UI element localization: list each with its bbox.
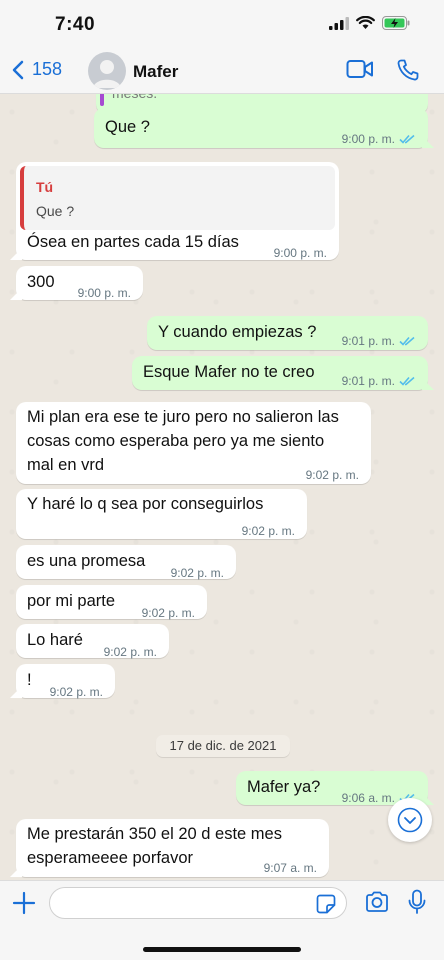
unread-count: 158 (32, 59, 63, 79)
message-bubble-incoming[interactable]: 300 9:00 p. m. (16, 266, 143, 300)
reply-author: Tú (36, 179, 54, 195)
quoted-bar (100, 94, 104, 106)
voice-call-button[interactable] (396, 58, 420, 87)
sticker-button[interactable] (316, 894, 336, 919)
battery-charging-icon (382, 16, 410, 30)
message-text: Y cuando empiezas ? (158, 323, 317, 341)
status-icons (329, 16, 410, 30)
message-time: 9:02 p. m. (141, 606, 195, 620)
attach-button[interactable] (12, 891, 36, 920)
message-text: es una promesa (27, 552, 146, 570)
message-text: Que ? (105, 118, 150, 136)
message-bubble-incoming[interactable]: Lo haré 9:02 p. m. (16, 624, 169, 659)
message-line: Me prestarán 350 el 20 d este mes (27, 825, 282, 843)
plus-icon (12, 891, 36, 915)
camera-button[interactable] (365, 891, 389, 918)
read-receipt-icon (399, 134, 415, 144)
message-text: Ósea en partes cada 15 días (27, 233, 239, 251)
message-time: 9:02 p. m. (305, 468, 359, 482)
default-avatar-icon (93, 60, 121, 88)
message-text: Esque Mafer no te creo (143, 363, 315, 381)
microphone-button[interactable] (407, 889, 427, 920)
video-camera-icon (346, 60, 373, 78)
message-bubble-outgoing[interactable]: Y cuando empiezas ? 9:01 p. m. (147, 316, 428, 350)
message-text: Lo haré (27, 631, 83, 649)
message-bubble-incoming[interactable]: ! 9:02 p. m. (16, 664, 115, 699)
read-receipt-icon (399, 376, 415, 386)
message-time: 9:01 p. m. (342, 330, 416, 353)
message-bubble-incoming[interactable]: es una promesa 9:02 p. m. (16, 545, 236, 580)
chat-area[interactable]: meses. Que ? 9:00 p. m. Tú Que ? Ósea en… (0, 94, 444, 880)
message-time: 9:02 p. m. (241, 524, 295, 538)
sticker-icon (316, 894, 336, 914)
message-text: Mafer ya? (247, 778, 321, 796)
scroll-to-bottom-button[interactable] (388, 798, 432, 842)
chevron-left-icon (12, 60, 24, 79)
message-text: Y haré lo q sea por conseguirlos (27, 495, 264, 513)
message-bubble-incoming[interactable]: Y haré lo q sea por conseguirlos 9:02 p.… (16, 489, 307, 539)
message-line: cosas como esperaba pero ya me siento (27, 432, 325, 450)
reply-quote[interactable]: Tú Que ? (20, 166, 335, 230)
message-bubble-outgoing[interactable]: Que ? 9:00 p. m. (94, 108, 428, 148)
clock: 7:40 (55, 14, 96, 35)
message-text: por mi parte (27, 592, 116, 610)
message-time: 9:02 p. m. (103, 645, 157, 659)
chat-header: 158 Mafer (0, 50, 444, 94)
back-button[interactable]: 158 (12, 59, 62, 80)
quoted-message-partial: meses. (112, 94, 157, 105)
message-line: Mi plan era ese te juro pero no salieron… (27, 408, 339, 426)
read-receipt-icon (399, 336, 415, 346)
message-bubble-incoming[interactable]: Mi plan era ese te juro pero no salieron… (16, 402, 371, 484)
date-separator: 17 de dic. de 2021 (156, 735, 290, 757)
status-bar: 7:40 (0, 0, 444, 50)
message-bubble-incoming[interactable]: Me prestarán 350 el 20 d este mes espera… (16, 819, 329, 877)
camera-icon (366, 891, 388, 912)
message-time: 9:07 a. m. (263, 861, 317, 875)
wifi-icon (356, 16, 375, 29)
avatar[interactable] (88, 52, 126, 90)
message-time: 9:00 p. m. (273, 246, 327, 260)
message-line: esperameeee porfavor (27, 849, 194, 867)
signal-icon (329, 16, 349, 30)
message-bubble-incoming[interactable]: Tú Que ? Ósea en partes cada 15 días 9:0… (16, 162, 339, 260)
message-time: 9:02 p. m. (170, 566, 224, 580)
message-bubble-incoming[interactable]: por mi parte 9:02 p. m. (16, 585, 207, 620)
reply-text: Que ? (36, 203, 75, 219)
message-time: 9:01 p. m. (342, 370, 416, 393)
contact-name[interactable]: Mafer (133, 62, 178, 82)
message-text: 300 (27, 273, 55, 291)
chevron-down-circle-icon (397, 807, 423, 833)
message-input-bar (0, 880, 444, 960)
home-indicator[interactable] (143, 947, 301, 952)
message-time: 9:00 p. m. (342, 128, 416, 151)
microphone-icon (408, 889, 426, 914)
message-input[interactable] (49, 887, 347, 919)
message-time: 9:02 p. m. (49, 685, 103, 699)
phone-icon (397, 59, 419, 81)
message-line: mal en vrd (27, 456, 105, 474)
message-bubble-outgoing[interactable]: Esque Mafer no te creo 9:01 p. m. (132, 356, 428, 390)
message-text: ! (27, 671, 32, 689)
message-time: 9:00 p. m. (77, 286, 131, 300)
video-call-button[interactable] (346, 59, 374, 84)
